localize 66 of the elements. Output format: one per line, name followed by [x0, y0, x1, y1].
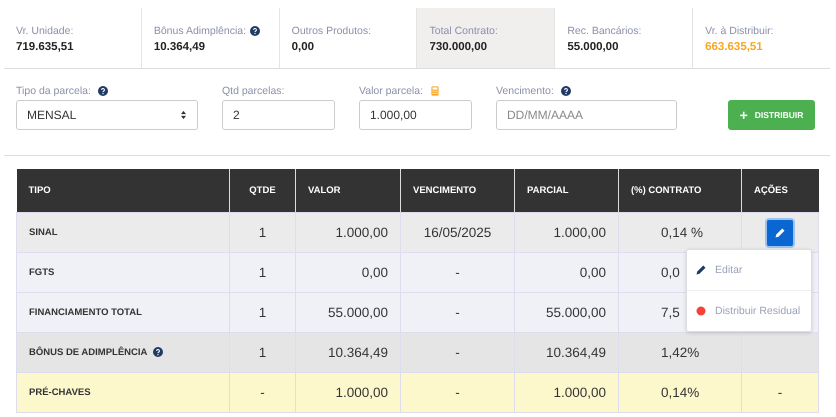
input-field[interactable]: DD/MM/AAAA	[496, 100, 677, 130]
table-cell: 1	[230, 252, 296, 292]
input-field[interactable]: 2	[222, 100, 335, 130]
table-cell: 1	[230, 332, 296, 372]
column-header: VENCIMENTO	[400, 169, 514, 212]
table-cell: 1,42%	[618, 332, 742, 372]
table-cell: 0,00	[296, 252, 400, 292]
input-field[interactable]: 1.000,00	[359, 100, 472, 130]
table-cell: -	[742, 372, 818, 412]
table-cell: 1.000,00	[296, 212, 400, 252]
column-header: AÇÕES	[742, 169, 818, 212]
help-icon	[98, 86, 108, 96]
row-type: FGTS	[29, 267, 54, 278]
table-cell: -	[400, 372, 514, 412]
summary-label: Outros Produtos:	[292, 25, 372, 37]
pencil-icon	[695, 264, 707, 276]
row-type: SINAL	[29, 227, 58, 238]
table-cell: -	[400, 252, 514, 292]
row-type: FINANCIAMENTO TOTAL	[29, 307, 142, 318]
row-type: BÔNUS DE ADIMPLÊNCIA	[29, 347, 148, 358]
table-cell: 55.000,00	[296, 292, 400, 332]
table-cell: 10.364,49	[296, 332, 400, 372]
summary-value: 55.000,00	[567, 41, 620, 53]
field-label: Tipo da parcela:	[16, 85, 91, 97]
table-cell: 55.000,00	[514, 292, 618, 332]
summary-value: 719.635,51	[16, 41, 75, 53]
dot-icon	[695, 305, 707, 317]
edit-button[interactable]	[767, 220, 793, 246]
table-cell: 0,00	[514, 252, 618, 292]
column-header: (%) CONTRATO	[618, 169, 742, 212]
table-cell: 0,14%	[618, 372, 742, 412]
table-cell: 1	[230, 212, 296, 252]
field-label: Valor parcela:	[359, 85, 424, 97]
table-cell: 10.364,49	[514, 332, 618, 372]
field-label: Qtd parcelas:	[222, 85, 284, 97]
column-header: VALOR	[296, 169, 400, 212]
summary-value: 0,00	[292, 41, 316, 53]
sort-caret-icon	[180, 110, 187, 120]
table-cell: -	[400, 292, 514, 332]
summary-value: 663.635,51	[705, 41, 764, 53]
summary-label: Vr. Unidade:	[16, 25, 74, 37]
calculator-icon	[430, 86, 440, 96]
row-type: PRÉ-CHAVES	[29, 387, 91, 398]
select-field[interactable]: MENSAL	[16, 100, 198, 130]
column-header: TIPO	[16, 169, 230, 212]
help-icon	[153, 347, 164, 358]
table-cell: 1.000,00	[514, 212, 618, 252]
table-cell: -	[400, 332, 514, 372]
summary-value: 730.000,00	[429, 41, 488, 53]
summary-value: 10.364,49	[154, 41, 206, 53]
table-cell: 1	[230, 292, 296, 332]
pencil-icon	[774, 226, 786, 238]
table-cell: 1.000,00	[514, 372, 618, 412]
summary-label: Vr. à Distribuir:	[705, 25, 774, 37]
summary-label: Bônus Adimplência:	[154, 25, 246, 37]
help-icon	[560, 86, 571, 96]
column-header: PARCIAL	[514, 169, 618, 212]
summary-label: Total Contrato:	[429, 25, 498, 37]
help-icon	[250, 26, 260, 36]
table-cell: 0,14 %	[618, 212, 742, 252]
field-label: Vencimento:	[496, 85, 554, 97]
summary-label: Rec. Bancários:	[567, 25, 642, 37]
column-header: QTDE	[230, 169, 296, 212]
table-cell: 1.000,00	[296, 372, 400, 412]
table-cell: -	[230, 372, 296, 412]
table-cell: 16/05/2025	[400, 212, 514, 252]
